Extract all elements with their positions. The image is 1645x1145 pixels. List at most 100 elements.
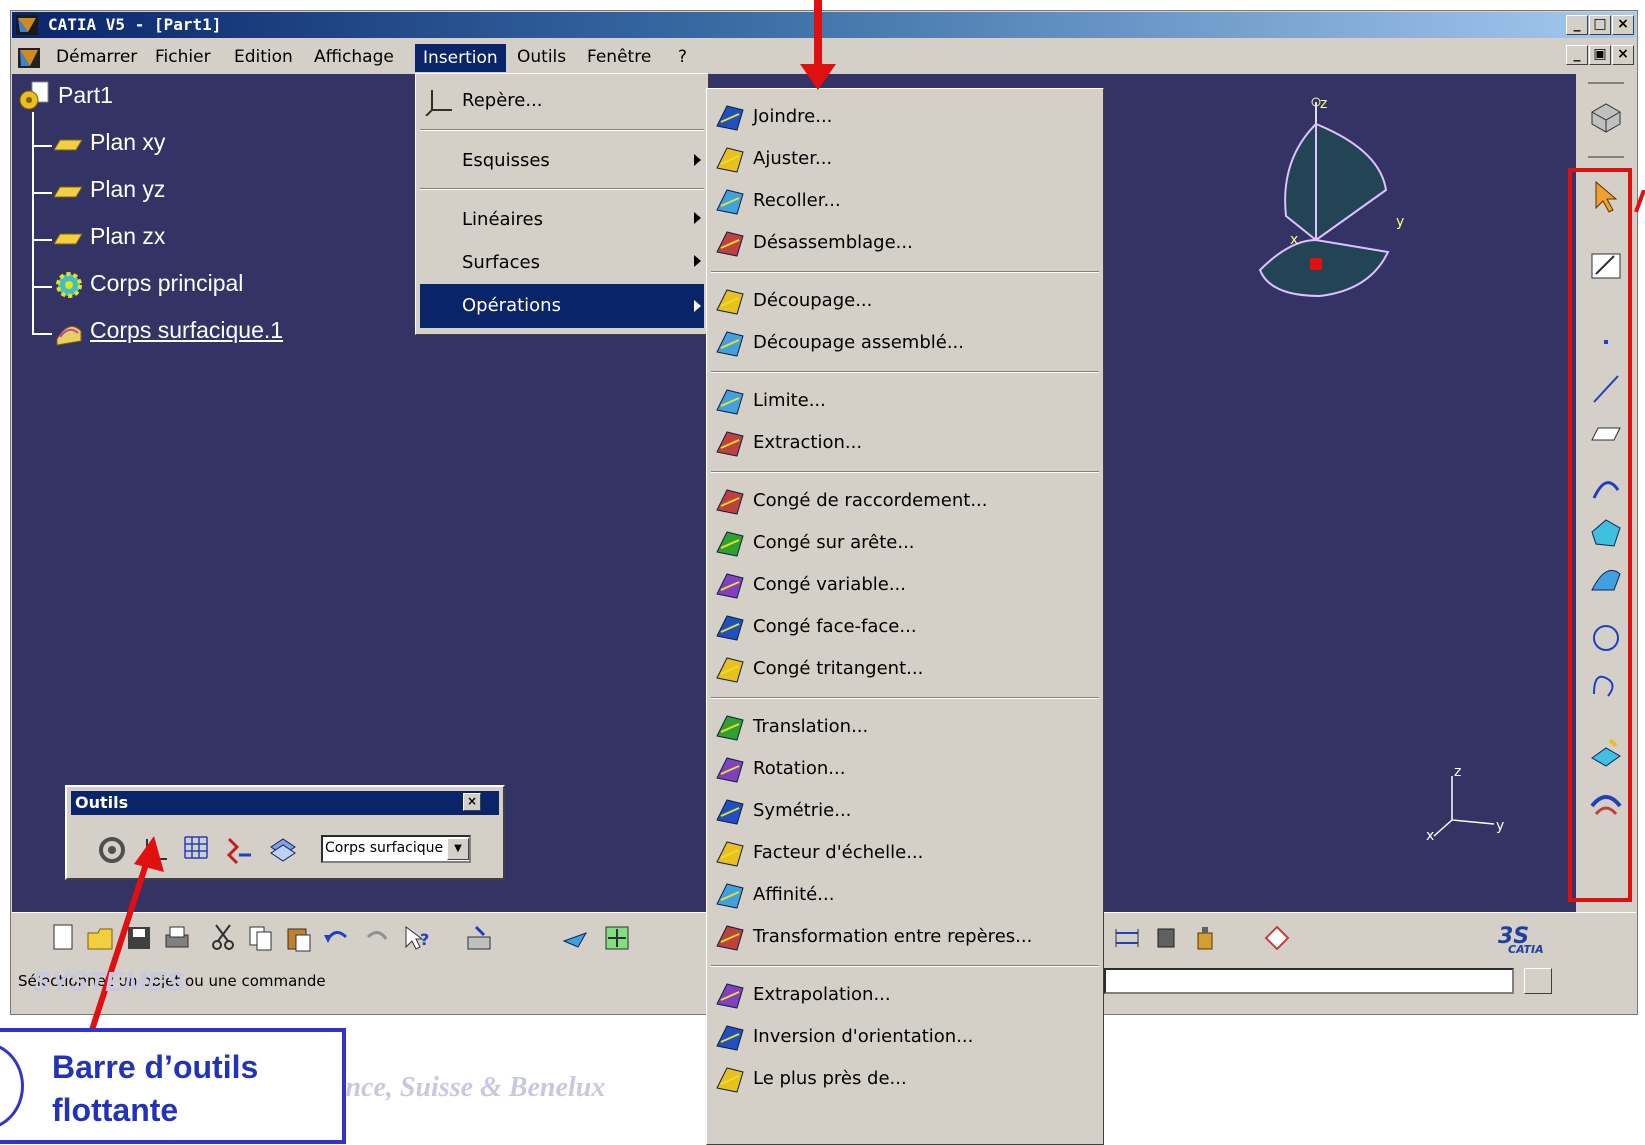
operations-menu-item-label: Extraction... <box>753 432 863 453</box>
menu-affichage[interactable]: Affichage <box>314 47 394 67</box>
paste-icon[interactable] <box>284 923 314 953</box>
operations-menu-item[interactable]: Inversion d'orientation... <box>709 1017 1101 1057</box>
operations-menu-item[interactable]: Congé de raccordement... <box>709 481 1101 521</box>
start-icon <box>18 48 40 68</box>
split-assembled-icon <box>716 331 744 357</box>
menu-outils[interactable]: Outils <box>517 47 566 67</box>
measure-item-icon[interactable] <box>1152 923 1182 953</box>
menu-edition[interactable]: Edition <box>234 47 293 67</box>
window-title: CATIA V5 - [Part1] <box>48 15 222 34</box>
plane-icon <box>54 139 83 151</box>
tree-item-plan-zx[interactable]: Plan zx <box>90 223 165 250</box>
submenu-arrow-icon <box>694 255 701 267</box>
doc-restore-button[interactable]: ▣ <box>1589 45 1611 65</box>
operations-menu-item[interactable]: Congé sur arête... <box>709 523 1101 563</box>
menu-item-repere[interactable]: Repère... <box>462 90 543 111</box>
floating-toolbar-close-button[interactable]: × <box>463 793 481 811</box>
face-face-fillet-icon <box>716 615 744 641</box>
shape-fillet-icon <box>716 489 744 515</box>
measure-icon[interactable] <box>1112 923 1142 953</box>
operations-menu-item-label: Congé de raccordement... <box>753 490 988 511</box>
undo-icon[interactable] <box>322 923 352 953</box>
tree-root-part1[interactable]: Part1 <box>58 82 113 109</box>
body-stack-icon[interactable] <box>267 833 297 863</box>
operations-menu-item[interactable]: Limite... <box>709 381 1101 421</box>
close-button[interactable]: × <box>1612 15 1634 35</box>
chevron-down-icon[interactable]: ▼ <box>447 838 469 860</box>
grid-icon[interactable] <box>181 833 211 863</box>
axis-y-label: y <box>1396 214 1404 230</box>
current-body-select[interactable]: Corps surfacique ▼ <box>321 835 471 863</box>
operations-menu-item[interactable]: Extrapolation... <box>709 975 1101 1015</box>
mass-icon[interactable] <box>1190 923 1220 953</box>
operations-menu-item[interactable]: Facteur d'échelle... <box>709 833 1101 873</box>
right-toolbar-highlight-box <box>1568 168 1632 902</box>
operations-menu-item-label: Extrapolation... <box>753 984 891 1005</box>
menu-separator <box>711 371 1099 373</box>
menu-item-lineaires[interactable]: Linéaires <box>462 209 543 230</box>
operations-menu-item[interactable]: Symétrie... <box>709 791 1101 831</box>
menu-separator <box>420 129 704 131</box>
tree-item-plan-yz[interactable]: Plan yz <box>90 176 165 203</box>
operations-menu-item[interactable]: Extraction... <box>709 423 1101 463</box>
operations-menu-item[interactable]: Désassemblage... <box>709 223 1101 263</box>
hide-show-icon[interactable] <box>223 835 253 865</box>
callout-line1: Barre d’outils <box>52 1049 259 1085</box>
menu-separator <box>711 471 1099 473</box>
operations-menu-item[interactable]: Recoller... <box>709 181 1101 221</box>
menu-insertion[interactable]: Insertion <box>415 44 506 72</box>
operations-menu-item[interactable]: Transformation entre repères... <box>709 917 1101 957</box>
operations-menu-item[interactable]: Affinité... <box>709 875 1101 915</box>
symmetry-icon <box>716 799 744 825</box>
command-input[interactable] <box>1104 968 1514 994</box>
doc-minimize-button[interactable]: _ <box>1566 45 1588 65</box>
floating-toolbar-header[interactable]: Outils × <box>71 791 499 815</box>
tree-item-corps-surfacique[interactable]: Corps surfacique.1 <box>90 317 283 344</box>
operations-menu: Joindre... Ajuster... Recoller... Désassemb… <box>706 88 1104 1145</box>
operations-menu-item[interactable]: Joindre... <box>709 97 1101 137</box>
operations-menu-item-label: Recoller... <box>753 190 841 211</box>
menu-fichier[interactable]: Fichier <box>155 47 211 67</box>
fly-mode-icon[interactable] <box>560 923 590 953</box>
operations-menu-item[interactable]: Ajuster... <box>709 139 1101 179</box>
menu-item-operations[interactable]: Opérations <box>462 295 561 316</box>
axis-to-axis-icon <box>716 925 744 951</box>
join-icon <box>716 105 744 131</box>
maximize-button[interactable]: □ <box>1589 15 1611 35</box>
minimize-button[interactable]: _ <box>1566 15 1588 35</box>
view-orient-icon[interactable] <box>1586 98 1626 138</box>
operations-menu-item-label: Congé tritangent... <box>753 658 924 679</box>
operations-menu-item[interactable]: Rotation... <box>709 749 1101 789</box>
apply-material-icon[interactable] <box>1262 923 1292 953</box>
operations-menu-item[interactable]: Congé variable... <box>709 565 1101 605</box>
operations-menu-item-label: Congé face-face... <box>753 616 917 637</box>
redo-icon[interactable] <box>362 923 392 953</box>
menu-help[interactable]: ? <box>678 47 687 67</box>
copy-icon[interactable] <box>246 923 276 953</box>
operations-menu-item[interactable]: Congé tritangent... <box>709 649 1101 689</box>
command-toggle-button[interactable] <box>1524 968 1552 994</box>
operations-menu-item[interactable]: Congé face-face... <box>709 607 1101 647</box>
tree-item-corps-principal[interactable]: Corps principal <box>90 270 243 297</box>
menu-item-surfaces[interactable]: Surfaces <box>462 252 540 273</box>
menu-demarrer[interactable]: Démarrer <box>56 47 137 67</box>
callout-line2: flottante <box>52 1092 179 1128</box>
menu-fenetre[interactable]: Fenêtre <box>587 47 651 67</box>
help-pointer-icon[interactable]: ? <box>402 923 432 953</box>
watermark-systemes: SYSTEMES <box>32 966 185 997</box>
annotation-arrowhead-top <box>800 64 836 90</box>
new-file-icon[interactable] <box>48 923 78 953</box>
menu-item-esquisses[interactable]: Esquisses <box>462 150 550 171</box>
doc-close-button[interactable]: × <box>1612 45 1634 65</box>
operations-menu-item[interactable]: Découpage... <box>709 281 1101 321</box>
operations-menu-item[interactable]: Le plus près de... <box>709 1059 1101 1099</box>
operations-menu-item[interactable]: Translation... <box>709 707 1101 747</box>
tree-item-plan-xy[interactable]: Plan xy <box>90 129 165 156</box>
scaling-icon <box>716 841 744 867</box>
operations-menu-item[interactable]: Découpage assemblé... <box>709 323 1101 363</box>
menu-item-operations-highlight[interactable]: Opérations <box>420 284 704 328</box>
axis-z-label: z <box>1320 96 1327 112</box>
fit-all-icon[interactable] <box>602 923 632 953</box>
print-dialog-icon[interactable] <box>464 923 494 953</box>
cut-icon[interactable] <box>208 923 238 953</box>
